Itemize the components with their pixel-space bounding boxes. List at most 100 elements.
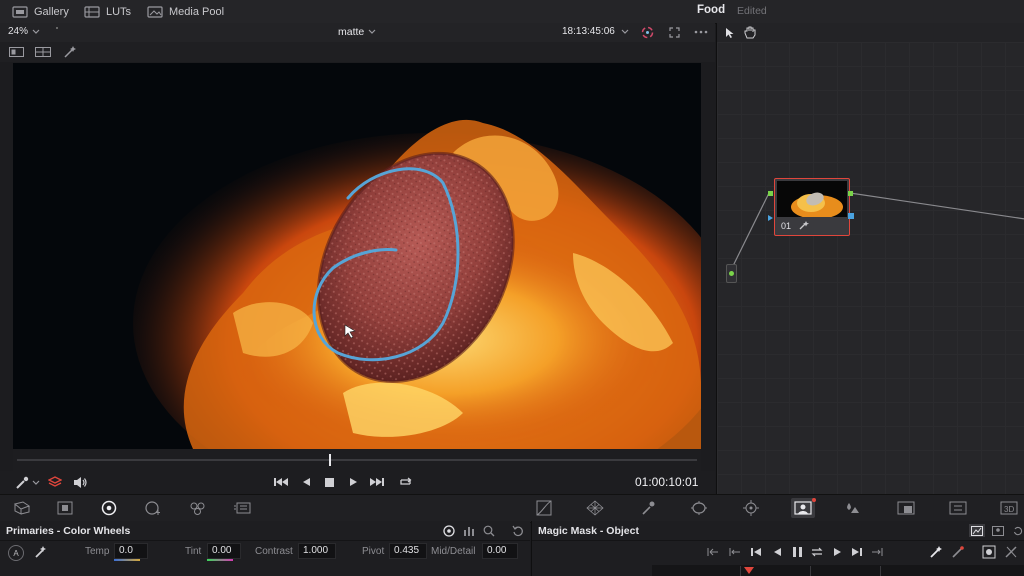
scrubber-bar[interactable]	[13, 449, 701, 471]
split-screen-icon[interactable]	[8, 46, 24, 58]
curves-icon[interactable]	[535, 499, 553, 517]
fullscreen-icon[interactable]	[667, 25, 681, 39]
key-icon[interactable]	[896, 499, 916, 517]
hdr-wheels-icon[interactable]	[143, 499, 163, 517]
temp-slider[interactable]	[114, 559, 140, 561]
play-icon[interactable]	[347, 475, 359, 489]
chevron-down-icon	[368, 29, 376, 35]
chevron-down-icon	[32, 29, 40, 35]
fire-burger-frame	[13, 63, 701, 449]
node-input-socket[interactable]	[726, 264, 737, 283]
mask-timeline-strip[interactable]	[652, 565, 1024, 576]
color-wheels-icon[interactable]	[100, 499, 118, 517]
color-warper-icon[interactable]	[585, 499, 605, 517]
node-effect-icon	[799, 220, 809, 230]
blur-icon[interactable]	[843, 499, 863, 517]
clip-name-dropdown[interactable]: matte	[338, 26, 376, 38]
node-connections	[729, 192, 1024, 273]
hand-icon[interactable]	[743, 25, 757, 40]
node-thumbnail	[777, 181, 847, 217]
play-reverse-icon[interactable]	[770, 545, 784, 559]
track-forward-frame-icon[interactable]	[870, 545, 884, 559]
media-pool-button[interactable]: Media Pool	[147, 4, 224, 19]
node-rgb-output[interactable]	[848, 191, 853, 196]
playhead-timecode: 01:00:10:01	[635, 475, 699, 489]
bars-mode-icon[interactable]	[462, 524, 476, 538]
playhead[interactable]	[329, 454, 331, 466]
magic-wand-icon[interactable]	[62, 45, 78, 59]
temp-field[interactable]: 0.0	[114, 543, 148, 559]
add-stroke-icon[interactable]	[928, 544, 944, 560]
tint-slider[interactable]	[207, 559, 233, 561]
step-forward-icon[interactable]	[850, 545, 864, 559]
tracker-icon[interactable]	[741, 499, 761, 517]
color-wheel-icon[interactable]	[640, 25, 654, 39]
gallery-label: Gallery	[34, 5, 69, 18]
track-reverse-icon[interactable]	[728, 545, 742, 559]
pivot-label: Pivot	[362, 546, 385, 557]
primaries-header: Primaries - Color Wheels	[0, 521, 530, 541]
node-key-output[interactable]	[848, 213, 854, 219]
chevron-down-icon[interactable]	[32, 479, 40, 487]
reset-icon[interactable]	[511, 524, 525, 538]
motion-effects-icon[interactable]	[233, 500, 253, 516]
skip-to-start-icon[interactable]	[273, 475, 289, 489]
primaries-panel: Primaries - Color Wheels A Temp 0.0 Tint…	[0, 521, 530, 576]
magic-mask-panel: Magic Mask - Object	[531, 521, 1024, 576]
person-mode-icon[interactable]	[990, 524, 1006, 537]
timecode-dropdown[interactable]: 18:13:45:06	[562, 26, 629, 37]
luts-icon	[84, 5, 100, 18]
timeline-tick	[880, 566, 881, 576]
volume-icon[interactable]	[72, 474, 88, 490]
more-options-icon[interactable]	[693, 25, 709, 39]
pause-icon[interactable]	[790, 545, 804, 559]
search-icon[interactable]	[482, 524, 496, 538]
step-back-icon[interactable]	[749, 545, 763, 559]
tint-field[interactable]: 0.00	[207, 543, 241, 559]
white-balance-picker-icon[interactable]	[33, 544, 49, 560]
mid-detail-field[interactable]: 0.00	[482, 543, 518, 559]
gallery-button[interactable]: Gallery	[12, 4, 69, 19]
project-status: Edited	[737, 5, 767, 17]
qualifier-icon[interactable]	[640, 499, 656, 517]
rgb-mixer-icon[interactable]	[188, 499, 208, 517]
loop-icon[interactable]	[397, 474, 413, 490]
zoom-dropdown[interactable]: 24%	[8, 26, 40, 37]
auto-icon: A	[13, 548, 19, 558]
window-icon[interactable]	[689, 499, 709, 517]
gallery-icon	[12, 5, 28, 18]
node-key-input[interactable]	[768, 215, 773, 221]
stop-icon[interactable]	[323, 475, 335, 489]
tint-label: Tint	[185, 546, 202, 557]
reset-icon[interactable]	[1012, 524, 1024, 537]
luts-button[interactable]: LUTs	[84, 4, 131, 19]
object-mode-icon[interactable]	[969, 524, 985, 537]
layers-icon[interactable]	[47, 474, 63, 490]
eyedropper-icon[interactable]	[14, 475, 30, 491]
clear-strokes-icon[interactable]	[1003, 544, 1019, 560]
sizing-icon[interactable]	[947, 499, 969, 517]
overlay-toggle-icon[interactable]	[981, 544, 997, 560]
wheels-mode-icon[interactable]	[442, 524, 456, 538]
pointer-icon[interactable]	[724, 26, 736, 40]
subtract-stroke-icon[interactable]	[950, 544, 966, 560]
3d-icon[interactable]: 3D	[998, 499, 1020, 517]
media-pool-label: Media Pool	[169, 5, 225, 18]
pivot-field[interactable]: 0.435	[389, 543, 427, 559]
viewer-image[interactable]	[13, 63, 701, 449]
auto-balance-button[interactable]: A	[8, 545, 24, 561]
skip-to-end-icon[interactable]	[369, 475, 385, 489]
play-reverse-icon[interactable]	[300, 475, 312, 489]
camera-raw-icon[interactable]	[12, 500, 32, 516]
track-reverse-frame-icon[interactable]	[706, 545, 720, 559]
mask-playhead[interactable]	[744, 567, 754, 574]
viewer-sub-toolbar	[0, 42, 715, 62]
bidirectional-track-icon[interactable]	[810, 545, 824, 559]
track-forward-icon[interactable]	[830, 545, 844, 559]
color-match-icon[interactable]	[56, 500, 74, 516]
wipe-icon[interactable]	[34, 46, 52, 58]
node-editor[interactable]: 01	[716, 42, 1024, 494]
node-rgb-input[interactable]	[768, 191, 773, 196]
contrast-field[interactable]: 1.000	[298, 543, 336, 559]
node-01[interactable]: 01	[774, 178, 850, 236]
